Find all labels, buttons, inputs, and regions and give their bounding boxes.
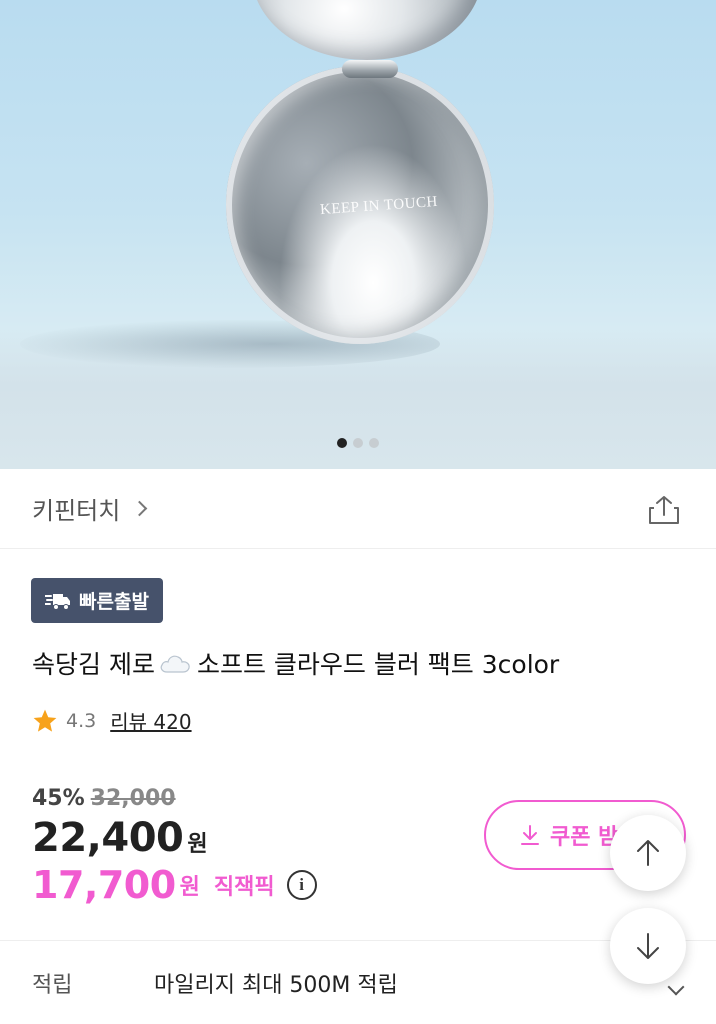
share-icon[interactable]	[648, 495, 680, 525]
compact-top-image	[252, 0, 482, 60]
carousel-dot-1[interactable]	[337, 438, 347, 448]
carousel-dot-2[interactable]	[353, 438, 363, 448]
price-block: 45% 32,000 22,400 원 17,700 원 직잭픽 i	[32, 786, 317, 907]
mileage-row[interactable]: 적립 마일리지 최대 500M 적립	[0, 940, 716, 1024]
compact-hinge	[342, 60, 398, 78]
chevron-right-icon	[132, 500, 148, 517]
scroll-to-bottom-button[interactable]	[610, 908, 686, 984]
original-price: 32,000	[90, 786, 176, 811]
product-title-part1: 속당김 제로	[32, 650, 155, 679]
arrow-up-icon	[637, 840, 659, 866]
brand-link[interactable]: 키핀터치	[32, 491, 120, 526]
pick-price-unit: 원	[179, 875, 200, 900]
product-title-part2: 소프트 클라우드 블러 팩트 3color	[196, 650, 560, 679]
sale-price: 22,400	[32, 815, 184, 861]
sale-price-unit: 원	[187, 832, 208, 857]
carousel-dot-3[interactable]	[369, 438, 379, 448]
scroll-to-top-button[interactable]	[610, 815, 686, 891]
cloud-icon	[160, 655, 190, 673]
arrow-down-icon	[637, 933, 659, 959]
info-icon[interactable]: i	[286, 870, 317, 900]
discount-row: 45% 32,000	[32, 786, 317, 811]
coupon-label: 쿠폰 받	[550, 825, 619, 850]
review-count-link[interactable]: 리뷰 420	[110, 706, 191, 735]
sale-price-row: 22,400 원	[32, 815, 317, 861]
fast-delivery-badge: 빠른출발	[31, 578, 163, 623]
discount-rate: 45%	[32, 786, 85, 811]
star-icon	[33, 709, 57, 732]
mileage-label: 적립	[32, 972, 73, 998]
pick-price-row: 17,700 원 직잭픽 i	[32, 863, 317, 907]
pick-price: 17,700	[32, 863, 176, 907]
mileage-text: 마일리지 최대 500M 적립	[154, 972, 398, 998]
product-title: 속당김 제로 소프트 클라우드 블러 팩트 3color	[32, 645, 692, 681]
rating-score: 4.3	[66, 709, 97, 732]
product-image-carousel[interactable]: KEEP IN TOUCH	[0, 0, 716, 469]
rating-row: 4.3 리뷰 420	[32, 706, 192, 735]
brand-row: 키핀터치	[0, 469, 716, 549]
delivery-truck-icon	[45, 593, 70, 610]
badge-label: 빠른출발	[79, 591, 149, 613]
download-icon	[521, 825, 539, 845]
carousel-indicator	[0, 438, 716, 448]
pick-label: 직잭픽	[213, 875, 275, 900]
chevron-down-icon[interactable]	[667, 978, 685, 996]
